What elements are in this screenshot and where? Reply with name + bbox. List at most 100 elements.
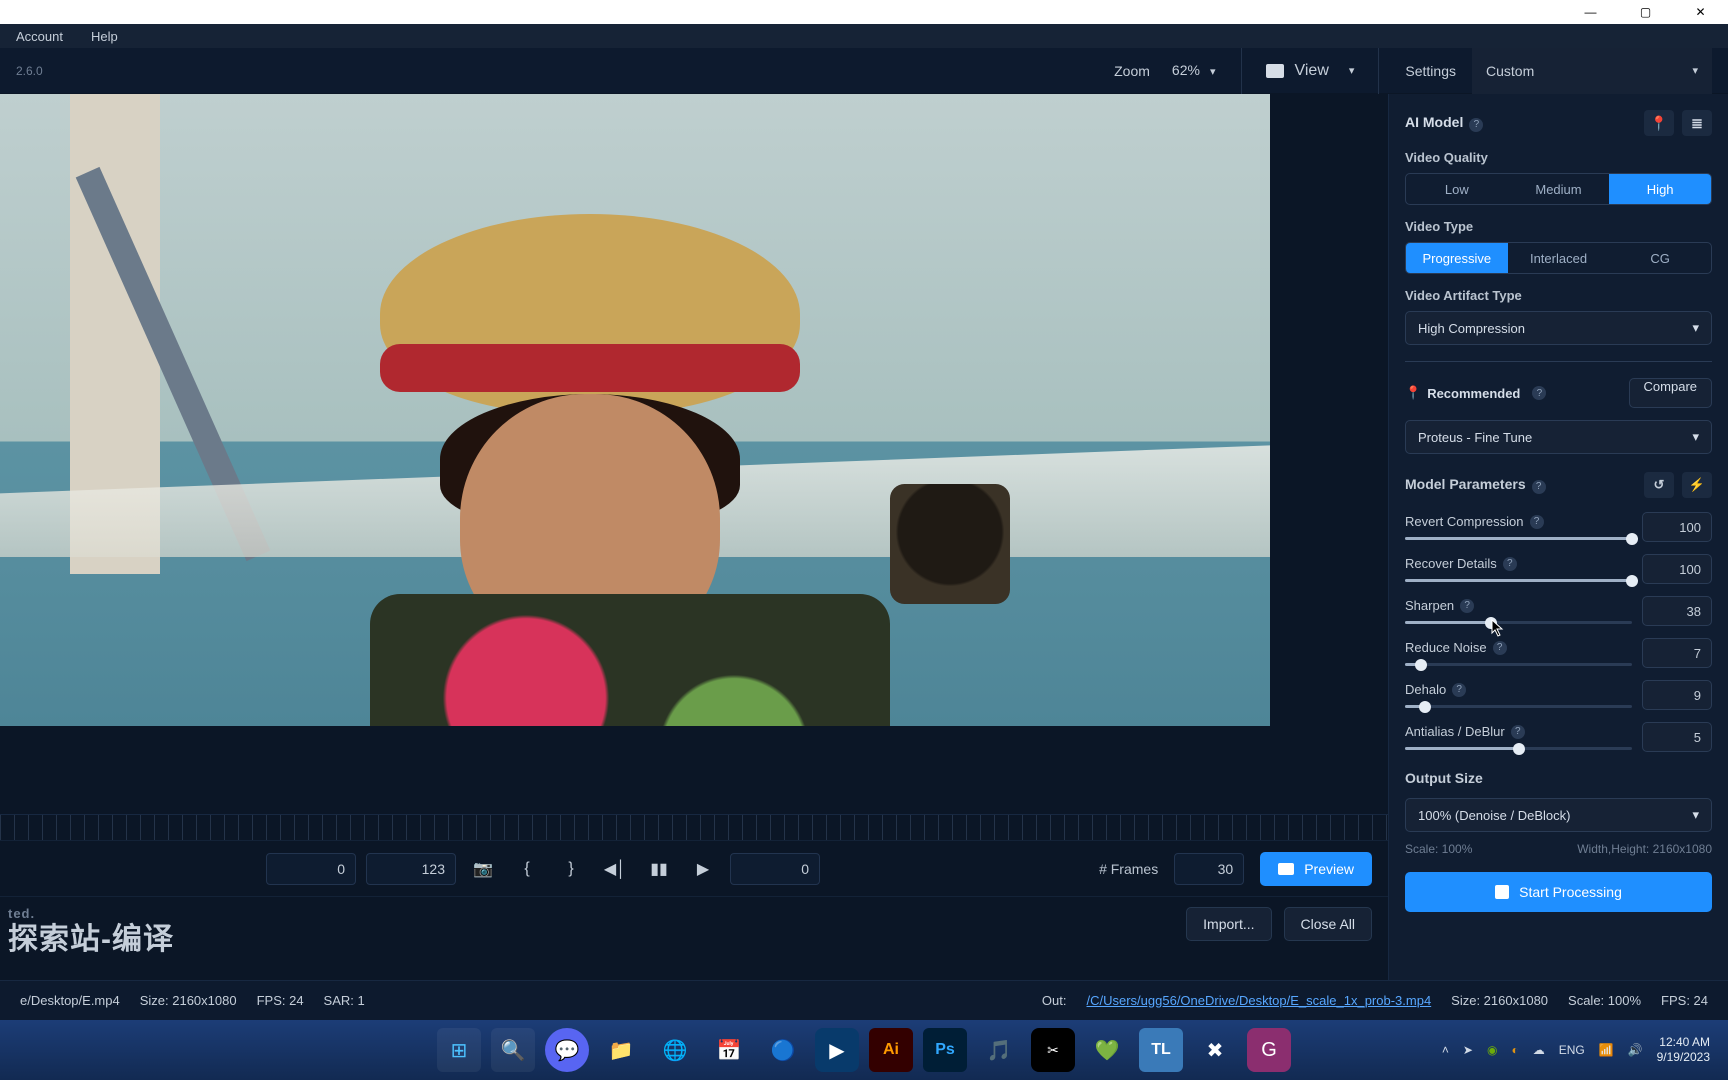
vq-medium[interactable]: Medium (1508, 174, 1610, 204)
window-minimize-button[interactable]: — (1563, 0, 1618, 24)
reset-params-button[interactable]: ↺ (1644, 472, 1674, 498)
frame-total-input[interactable]: 123 (366, 853, 456, 885)
param-value-input[interactable]: 100 (1642, 512, 1712, 542)
menu-help[interactable]: Help (91, 29, 118, 44)
status-bar: e/Desktop/E.mp4 Size: 2160x1080 FPS: 24 … (0, 980, 1728, 1020)
help-icon[interactable]: ? (1452, 683, 1466, 697)
taskbar-app-explorer[interactable]: 📁 (599, 1028, 643, 1072)
frames-input[interactable]: 30 (1174, 853, 1244, 885)
param-value-input[interactable]: 7 (1642, 638, 1712, 668)
param-slider[interactable] (1405, 705, 1632, 708)
timeline[interactable] (0, 814, 1388, 840)
help-icon[interactable]: ? (1511, 725, 1525, 739)
auto-params-button[interactable]: ⚡ (1682, 472, 1712, 498)
param-slider[interactable] (1405, 747, 1632, 750)
param-slider[interactable] (1405, 663, 1632, 666)
step-forward-button[interactable]: ▶ (686, 853, 720, 885)
vt-progressive[interactable]: Progressive (1406, 243, 1508, 273)
import-button[interactable]: Import... (1186, 907, 1271, 941)
taskbar-search-button[interactable]: 🔍 (491, 1028, 535, 1072)
output-file-link[interactable]: /C/Users/ugg56/OneDrive/Desktop/E_scale_… (1087, 993, 1432, 1008)
taskbar-app-calendar[interactable]: 📅 (707, 1028, 751, 1072)
param-slider[interactable] (1405, 621, 1632, 624)
help-icon[interactable]: ? (1503, 557, 1517, 571)
taskbar-app-itunes[interactable]: 🎵 (977, 1028, 1021, 1072)
zoom-control[interactable]: Zoom 62%▾ (1114, 62, 1215, 80)
help-icon[interactable]: ? (1493, 641, 1507, 655)
taskbar-app-generic2[interactable]: G (1247, 1028, 1291, 1072)
settings-dropdown[interactable]: Custom ▾ (1472, 48, 1712, 94)
pin-button[interactable]: 📍 (1644, 110, 1674, 136)
tray-volume-icon[interactable]: 🔊 (1628, 1043, 1643, 1057)
output-fps: FPS: 24 (1661, 993, 1708, 1008)
pin-icon: 📍 (1405, 385, 1421, 401)
taskbar-app-generic1[interactable]: ✖ (1193, 1028, 1237, 1072)
param-label: Recover Details (1405, 556, 1497, 571)
list-view-button[interactable]: ≣ (1682, 110, 1712, 136)
tray-chevron-up-icon[interactable]: ˄ (1442, 1043, 1449, 1057)
help-icon[interactable]: ? (1460, 599, 1474, 613)
menu-account[interactable]: Account (16, 29, 63, 44)
tray-clock[interactable]: 12:40 AM 9/19/2023 (1657, 1035, 1710, 1065)
help-icon[interactable]: ? (1469, 118, 1483, 132)
view-control[interactable]: View ▾ (1241, 48, 1379, 94)
start-processing-button[interactable]: Start Processing (1405, 872, 1712, 912)
video-preview[interactable] (0, 94, 1270, 726)
taskbar-start-button[interactable]: ⊞ (437, 1028, 481, 1072)
param-value-input[interactable]: 38 (1642, 596, 1712, 626)
help-icon[interactable]: ? (1530, 515, 1544, 529)
snapshot-button[interactable]: 📷 (466, 853, 500, 885)
pause-button[interactable]: ▮▮ (642, 853, 676, 885)
window-titlebar: — ▢ ✕ (0, 0, 1728, 24)
tray-app-icon[interactable]: ◐ (1511, 1043, 1518, 1057)
taskbar-app-photoshop[interactable]: Ps (923, 1028, 967, 1072)
mark-in-button[interactable]: { (510, 853, 544, 885)
model-dropdown[interactable]: Proteus - Fine Tune ▾ (1405, 420, 1712, 454)
taskbar-app-chrome[interactable]: 🔵 (761, 1028, 805, 1072)
tray-wifi-icon[interactable]: 📶 (1599, 1043, 1614, 1057)
folder-icon: 📁 (609, 1038, 634, 1063)
frames-label: # Frames (1099, 861, 1158, 877)
taskbar-app-whatsapp[interactable]: 💚 (1085, 1028, 1129, 1072)
taskbar-app-capcut[interactable]: ✂ (1031, 1028, 1075, 1072)
param-sharpen: Sharpen? 38 (1405, 596, 1712, 626)
settings-panel: AI Model? 📍 ≣ Video Quality Low Medium H… (1388, 94, 1728, 980)
mark-out-button[interactable]: } (554, 853, 588, 885)
help-icon[interactable]: ? (1532, 480, 1546, 494)
vt-cg[interactable]: CG (1609, 243, 1711, 273)
tray-cursor-icon[interactable]: ➤ (1463, 1043, 1473, 1057)
help-icon[interactable]: ? (1532, 386, 1546, 400)
taskbar-app-tl[interactable]: TL (1139, 1028, 1183, 1072)
param-value-input[interactable]: 5 (1642, 722, 1712, 752)
param-value-input[interactable]: 100 (1642, 554, 1712, 584)
param-slider[interactable] (1405, 579, 1632, 582)
vq-high[interactable]: High (1609, 174, 1711, 204)
artifact-type-dropdown[interactable]: High Compression ▾ (1405, 311, 1712, 345)
tray-time: 12:40 AM (1657, 1035, 1710, 1050)
playback-bar: 0 123 📷 { } ◀│ ▮▮ ▶ 0 # Frames 30 Previe… (0, 840, 1388, 896)
param-slider[interactable] (1405, 537, 1632, 540)
tray-language-icon[interactable]: ENG (1559, 1043, 1585, 1057)
tray-onedrive-icon[interactable]: ☁ (1533, 1043, 1545, 1057)
taskbar-app-discord[interactable]: 💬 (545, 1028, 589, 1072)
taskbar-app-illustrator[interactable]: Ai (869, 1028, 913, 1072)
param-value-input[interactable]: 9 (1642, 680, 1712, 710)
frame-end-input[interactable]: 0 (730, 853, 820, 885)
window-maximize-button[interactable]: ▢ (1618, 0, 1673, 24)
tray-nvidia-icon[interactable]: ◉ (1487, 1043, 1497, 1057)
app-icon: G (1261, 1039, 1277, 1062)
vt-interlaced[interactable]: Interlaced (1508, 243, 1610, 273)
windows-icon: ⊞ (451, 1038, 468, 1063)
chevron-down-icon: ▾ (1692, 64, 1698, 77)
taskbar-app-edge[interactable]: 🌐 (653, 1028, 697, 1072)
frame-position-input[interactable]: 0 (266, 853, 356, 885)
step-back-button[interactable]: ◀│ (598, 853, 632, 885)
window-close-button[interactable]: ✕ (1673, 0, 1728, 24)
vq-low[interactable]: Low (1406, 174, 1508, 204)
taskbar-app-media[interactable]: ▶ (815, 1028, 859, 1072)
compare-button[interactable]: Compare (1629, 378, 1712, 408)
output-size-dropdown[interactable]: 100% (Denoise / DeBlock) ▾ (1405, 798, 1712, 832)
preview-button[interactable]: Preview (1260, 852, 1372, 886)
settings-label: Settings (1405, 63, 1456, 79)
close-all-button[interactable]: Close All (1284, 907, 1372, 941)
